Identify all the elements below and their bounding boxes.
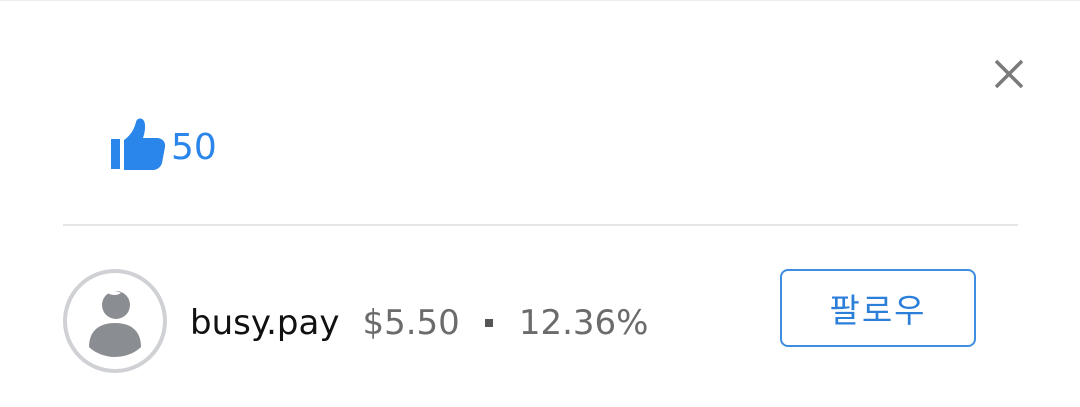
thumbs-up-icon [111,118,166,170]
like-count-button[interactable]: 50 [109,114,217,174]
square-dot-icon [484,319,493,327]
divider [63,224,1018,226]
author-name[interactable]: busy.pay [190,303,339,343]
payout-value: $5.50 [362,303,460,343]
top-border [0,0,1080,1]
author-avatar[interactable] [63,269,167,373]
close-button[interactable] [988,53,1030,95]
vote-percentage: 12.36% [518,303,649,343]
author-info: busy.pay $5.50 12.36% [190,298,648,348]
vote-details-panel: 50 busy.pay $5.50 12.36% 팔로우 [0,0,1080,407]
close-icon [994,59,1024,89]
default-avatar-icon [63,269,167,373]
follow-button[interactable]: 팔로우 [780,269,976,347]
like-count: 50 [171,127,217,168]
